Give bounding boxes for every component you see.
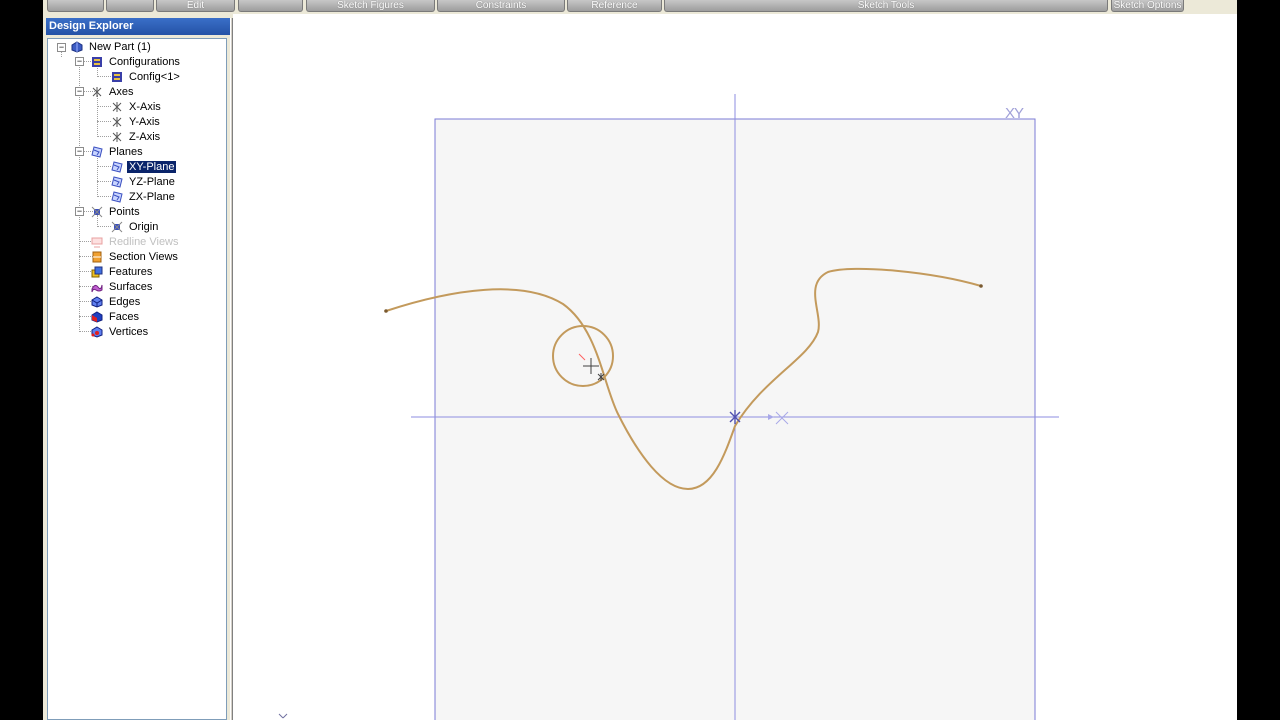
tree-item-label: Faces (109, 311, 139, 323)
expander-configurations[interactable]: − (75, 57, 84, 66)
expander-axes[interactable]: − (75, 87, 84, 96)
toolbar-button-4[interactable] (238, 0, 303, 12)
tree-item-redline-views[interactable]: Redline Views (91, 235, 181, 250)
tree-item-configurations[interactable]: Configurations (91, 55, 182, 70)
tree-item-features[interactable]: Features (91, 265, 154, 280)
tree-item-label: X-Axis (129, 101, 161, 113)
tree-item-label: Section Views (109, 251, 178, 263)
expander-planes[interactable]: − (75, 147, 84, 156)
spline-start-point[interactable] (384, 309, 388, 313)
planes-icon (91, 146, 103, 158)
part-icon (71, 41, 83, 53)
configurations-icon (92, 57, 102, 67)
tree-item-label: Axes (109, 86, 134, 98)
vertices-icon (91, 326, 103, 338)
tree-item-label: Z-Axis (129, 131, 161, 143)
tree-item-label: YZ-Plane (129, 176, 175, 188)
toolbar-button-constraints[interactable]: Constraints (437, 0, 565, 12)
surfaces-icon (91, 284, 103, 293)
tree-item-origin[interactable]: Origin (111, 220, 160, 235)
redline-views-icon (91, 237, 103, 248)
plane-icon (111, 161, 123, 173)
tree-item-label: Origin (129, 221, 159, 233)
sketch-viewport[interactable]: XY (233, 14, 1237, 720)
tree-item-axes[interactable]: Axes (91, 85, 135, 100)
faces-icon (91, 311, 103, 323)
tree-item-label: Edges (109, 296, 141, 308)
points-icon (91, 206, 103, 218)
toolbar-button-sketch-tools[interactable]: Sketch Tools (664, 0, 1108, 12)
axis-icon (112, 132, 122, 142)
design-explorer-tree: − − − − − New Part (1) Configurations Co… (47, 38, 227, 720)
edges-icon (91, 296, 103, 308)
section-views-icon (92, 251, 102, 263)
tree-item-label: Planes (109, 146, 143, 158)
tree-item-config-1[interactable]: Config<1> (111, 70, 182, 85)
tree-item-edges[interactable]: Edges (91, 295, 142, 310)
tree-item-label: ZX-Plane (129, 191, 175, 203)
tree-item-zx-plane[interactable]: ZX-Plane (111, 190, 177, 205)
tree-item-label: Redline Views (109, 236, 179, 248)
tree-item-label: Surfaces (109, 281, 153, 293)
tree-item-z-axis[interactable]: Z-Axis (111, 130, 162, 145)
toolbar: Edit Sketch Figures Constraints Referenc… (43, 0, 1237, 14)
tree-item-label: Y-Axis (129, 116, 160, 128)
tree-item-yz-plane[interactable]: YZ-Plane (111, 175, 177, 190)
tree-item-label: Config<1> (129, 71, 180, 83)
sketch-canvas[interactable]: XY (233, 14, 1237, 720)
tree-item-new-part[interactable]: New Part (1) (71, 40, 153, 55)
tree-item-points[interactable]: Points (91, 205, 142, 220)
tree-item-section-views[interactable]: Section Views (91, 250, 180, 265)
application-window: Edit Sketch Figures Constraints Referenc… (43, 0, 1237, 720)
tree-item-x-axis[interactable]: X-Axis (111, 100, 163, 115)
tree-item-planes[interactable]: Planes (91, 145, 145, 160)
spline-end-point[interactable] (979, 284, 983, 288)
features-icon (91, 266, 103, 278)
tree-item-label: Configurations (109, 56, 180, 68)
plane-label: XY (1005, 105, 1024, 122)
tree-item-label: New Part (1) (89, 41, 151, 53)
tree-item-label: XY-Plane (125, 160, 178, 174)
toolbar-button-sketch-figures[interactable]: Sketch Figures (306, 0, 435, 12)
tree-item-label: Features (109, 266, 153, 278)
plane-icon (111, 176, 123, 188)
toolbar-button-reference[interactable]: Reference (567, 0, 662, 12)
view-orientation-marker-icon (278, 713, 288, 719)
toolbar-button-sketch-options[interactable]: Sketch Options (1111, 0, 1184, 12)
tree-item-faces[interactable]: Faces (91, 310, 141, 325)
tree-item-xy-plane[interactable]: XY-Plane (111, 160, 178, 175)
axes-icon (92, 87, 102, 97)
origin-icon (111, 221, 123, 233)
plane-icon (111, 191, 123, 203)
expander-points[interactable]: − (75, 207, 84, 216)
axis-icon (112, 102, 122, 112)
toolbar-button-edit[interactable]: Edit (156, 0, 235, 12)
design-explorer-title: Design Explorer (46, 18, 230, 35)
toolbar-button-2[interactable] (106, 0, 154, 12)
tree-item-y-axis[interactable]: Y-Axis (111, 115, 162, 130)
config-icon (112, 72, 122, 82)
tree-item-label: Vertices (109, 326, 149, 338)
tree-item-vertices[interactable]: Vertices (91, 325, 150, 340)
tree-item-surfaces[interactable]: Surfaces (91, 280, 154, 295)
expander-new-part[interactable]: − (57, 43, 66, 52)
tree-item-label: Points (109, 206, 140, 218)
design-explorer-panel: Design Explorer − − − − − New Part (1) C… (46, 18, 230, 720)
toolbar-button-1[interactable] (47, 0, 104, 12)
axis-icon (112, 117, 122, 127)
